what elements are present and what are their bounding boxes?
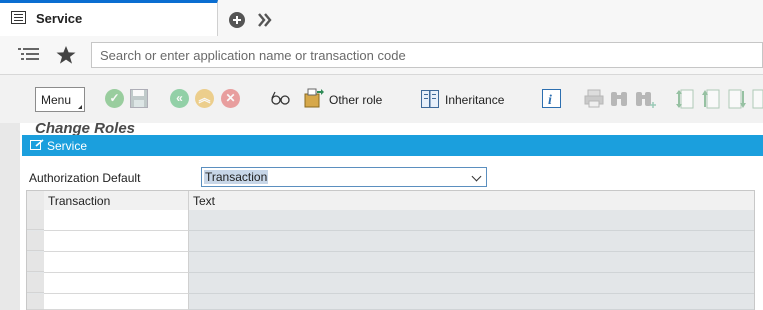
tab-title: Service [36,11,83,26]
table-row-text-cell [189,252,754,273]
authorization-default-label: Authorization Default [29,171,141,185]
glasses-icon[interactable] [271,90,291,108]
search-input[interactable] [91,42,763,68]
previous-page-icon[interactable] [701,89,721,109]
save-icon[interactable] [130,89,148,108]
last-page-icon[interactable] [751,89,763,109]
column-header-text[interactable]: Text [189,191,754,210]
left-margin [0,123,20,310]
table-row-transaction-cell[interactable] [44,210,189,231]
table-row-text-cell [189,273,754,294]
table-row-text-cell [189,231,754,252]
table-row-transaction-cell[interactable] [44,273,189,294]
print-icon[interactable] [584,89,604,108]
row-selector[interactable] [27,273,44,293]
favorites-star-icon[interactable] [56,45,76,65]
next-page-icon[interactable] [727,89,747,109]
select-all-cell[interactable] [27,191,44,210]
column-header-transaction[interactable]: Transaction [44,191,189,210]
add-tab-icon[interactable] [229,12,245,28]
inheritance-label[interactable]: Inheritance [445,93,504,107]
table-row-text-cell [189,294,754,310]
table-row-transaction-cell[interactable] [44,252,189,273]
inheritance-icon[interactable] [421,90,439,108]
more-tabs-icon[interactable] [257,12,273,28]
menu-list-icon[interactable] [18,46,40,64]
row-selector[interactable] [27,210,44,230]
list-icon [11,11,26,24]
panel-title: Service [47,139,88,153]
find-icon[interactable] [610,89,629,108]
table-row-text-cell [189,210,754,231]
other-role-label[interactable]: Other role [329,93,382,107]
check-icon[interactable]: ✓ [105,89,124,108]
cancel-icon[interactable]: ✕ [221,89,240,108]
row-selector[interactable] [27,294,44,310]
row-selector[interactable] [27,231,44,251]
menu-button[interactable]: Menu [35,87,85,112]
up-icon[interactable]: ︽ [195,89,214,108]
table-row-transaction-cell[interactable] [44,231,189,252]
other-role-icon[interactable] [304,88,324,109]
authorization-default-value: Transaction [204,170,269,184]
svg-text:i: i [548,93,552,108]
panel-edit-icon [30,139,44,150]
table-row-transaction-cell[interactable] [44,294,189,310]
row-selector[interactable] [27,252,44,272]
first-page-icon[interactable] [675,89,695,109]
panel-header [22,135,763,156]
tab-service[interactable] [0,0,218,36]
back-icon[interactable]: « [170,89,189,108]
info-icon[interactable]: i [542,89,561,108]
menu-button-label: Menu [41,93,72,107]
find-next-icon[interactable] [635,89,656,108]
